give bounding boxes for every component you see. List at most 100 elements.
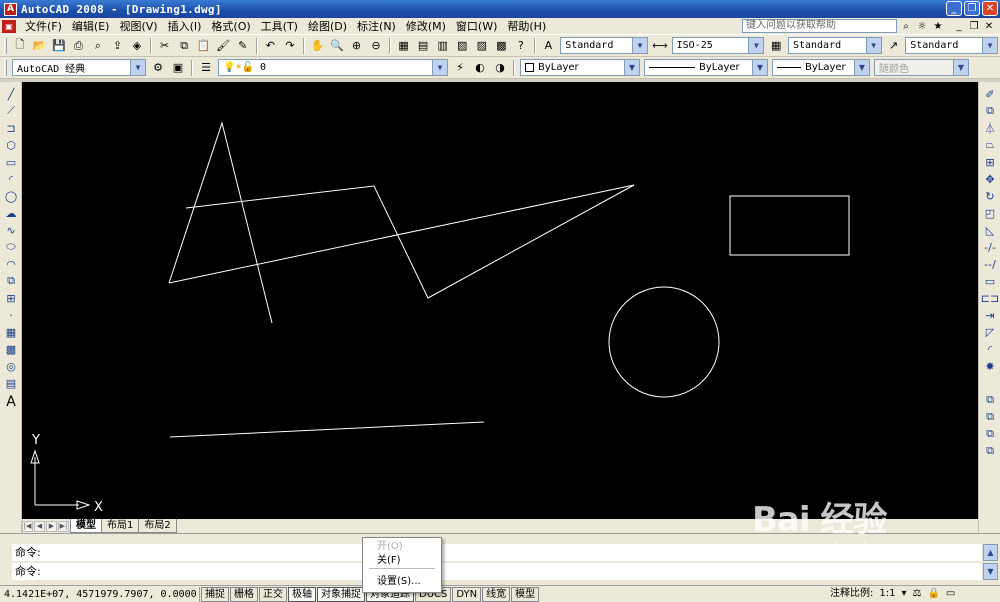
close-button[interactable]: ✕ bbox=[982, 1, 998, 16]
entity-polyline-zigzag[interactable] bbox=[168, 184, 635, 299]
restore-button[interactable]: ❐ bbox=[964, 1, 980, 16]
tab-layout1[interactable]: 布局1 bbox=[101, 519, 140, 533]
toggle-osnap[interactable]: 对象捕捉 bbox=[317, 586, 365, 602]
annotation-scale-value[interactable]: 1:1 bbox=[879, 587, 895, 601]
chevron-down-icon[interactable]: ▼ bbox=[130, 60, 145, 75]
toggle-grid[interactable]: 栅格 bbox=[230, 586, 258, 602]
dim-style-icon[interactable]: ⟷ bbox=[651, 37, 669, 55]
erase-icon[interactable]: ✐ bbox=[982, 86, 998, 102]
prev-tab-icon[interactable]: ◀ bbox=[34, 520, 45, 532]
toolbar-grip[interactable] bbox=[4, 37, 7, 54]
markup-icon[interactable]: ▨ bbox=[473, 37, 491, 55]
zoom-previous-icon[interactable]: ⊖ bbox=[367, 37, 385, 55]
communication-center-icon[interactable]: ☼ bbox=[915, 19, 929, 33]
workspace-settings-icon[interactable]: ⚙ bbox=[149, 59, 167, 77]
circle-icon[interactable]: ◯ bbox=[3, 188, 19, 204]
arc-icon[interactable]: ◜ bbox=[3, 171, 19, 187]
search-icon[interactable]: ⌕ bbox=[899, 19, 913, 33]
workspace-combo[interactable]: AutoCAD 经典 ▼ bbox=[12, 59, 146, 76]
clean-screen-icon[interactable]: ▭ bbox=[946, 587, 955, 601]
menu-window[interactable]: 窗口(W) bbox=[451, 18, 502, 34]
chevron-down-icon[interactable]: ▼ bbox=[624, 60, 639, 75]
lineweight-combo[interactable]: ByLayer ▼ bbox=[772, 59, 870, 76]
ellipse-arc-icon[interactable]: ◠ bbox=[3, 256, 19, 272]
make-object-layer-current-icon[interactable]: ⚡ bbox=[451, 59, 469, 77]
doc-close-icon[interactable]: ✕ bbox=[982, 19, 996, 33]
next-tab-icon[interactable]: ▶ bbox=[46, 520, 57, 532]
chevron-down-icon[interactable]: ▼ bbox=[865, 38, 881, 53]
menu-dimension[interactable]: 标注(N) bbox=[352, 18, 401, 34]
undo-icon[interactable]: ↶ bbox=[262, 37, 280, 55]
gradient-icon[interactable]: ▩ bbox=[3, 341, 19, 357]
annotation-visibility-icon[interactable]: ⚖ bbox=[913, 587, 922, 601]
construction-line-icon[interactable]: ⟋ bbox=[3, 103, 19, 119]
entity-rectangle[interactable] bbox=[729, 195, 850, 256]
chamfer-icon[interactable]: ◸ bbox=[982, 324, 998, 340]
linetype-combo[interactable]: ByLayer ▼ bbox=[644, 59, 768, 76]
layer-manager-icon[interactable]: ☰ bbox=[197, 59, 215, 77]
table-style-combo[interactable]: Standard ▼ bbox=[787, 37, 882, 54]
annotation-scale[interactable]: 注释比例: 1:1 ▾ ⚖ 🔒 ▭ bbox=[830, 587, 955, 601]
extend-icon[interactable]: --/ bbox=[982, 256, 998, 272]
design-center-icon[interactable]: ▤ bbox=[414, 37, 432, 55]
entity-polyline-triangle[interactable] bbox=[168, 121, 273, 324]
zoom-window-icon[interactable]: ⊕ bbox=[348, 37, 366, 55]
line-icon[interactable]: ╱ bbox=[3, 86, 19, 102]
array-icon[interactable]: ⊞ bbox=[982, 154, 998, 170]
text-style-icon[interactable]: A bbox=[540, 37, 558, 55]
stretch-icon[interactable]: ◺ bbox=[982, 222, 998, 238]
menu-format[interactable]: 格式(O) bbox=[206, 18, 255, 34]
new-icon[interactable]: 🗋 bbox=[11, 37, 29, 55]
menu-modify[interactable]: 修改(M) bbox=[401, 18, 451, 34]
menu-tools[interactable]: 工具(T) bbox=[256, 18, 303, 34]
scroll-down-icon[interactable]: ▼ bbox=[983, 563, 998, 580]
multileader-style-combo[interactable]: Standard ▼ bbox=[905, 37, 998, 54]
make-block-icon[interactable]: ⊞ bbox=[3, 290, 19, 306]
chevron-down-icon[interactable]: ▼ bbox=[752, 60, 767, 75]
table-style-icon[interactable]: ▦ bbox=[767, 37, 785, 55]
move-icon[interactable]: ✥ bbox=[982, 171, 998, 187]
command-input[interactable]: 命令: bbox=[12, 563, 982, 580]
publish-icon[interactable]: ⇪ bbox=[109, 37, 127, 55]
multileader-style-icon[interactable]: ↗ bbox=[885, 37, 903, 55]
fillet-icon[interactable]: ◜ bbox=[982, 341, 998, 357]
context-menu-off[interactable]: 关(F) bbox=[377, 554, 401, 568]
toggle-model[interactable]: 模型 bbox=[511, 586, 540, 602]
join-icon[interactable]: ⇥ bbox=[982, 307, 998, 323]
revision-cloud-icon[interactable]: ☁ bbox=[3, 205, 19, 221]
draworder-under-icon[interactable]: ⧉ bbox=[982, 443, 998, 459]
chevron-down-icon[interactable]: ▼ bbox=[432, 60, 447, 75]
scale-icon[interactable]: ◰ bbox=[982, 205, 998, 221]
toolbar-grip[interactable] bbox=[4, 59, 7, 76]
point-icon[interactable]: · bbox=[3, 307, 19, 323]
break-at-point-icon[interactable]: ▭ bbox=[982, 273, 998, 289]
layer-previous-icon[interactable]: ◐ bbox=[471, 59, 489, 77]
context-menu-settings[interactable]: 设置(S)... bbox=[377, 575, 421, 589]
trim-icon[interactable]: -/- bbox=[982, 239, 998, 255]
rectangle-icon[interactable]: ▭ bbox=[3, 154, 19, 170]
zoom-realtime-icon[interactable]: 🔍 bbox=[328, 37, 346, 55]
calculator-icon[interactable]: ▩ bbox=[493, 37, 511, 55]
match-properties-icon[interactable]: 🖌 bbox=[214, 37, 232, 55]
chevron-down-icon[interactable]: ▼ bbox=[981, 38, 997, 53]
ellipse-icon[interactable]: ⬭ bbox=[3, 239, 19, 255]
entity-circle[interactable] bbox=[608, 286, 720, 398]
tab-model[interactable]: 模型 bbox=[70, 519, 102, 533]
coordinate-readout[interactable]: 4.1421E+07, 4571979.7907, 0.0000 bbox=[0, 586, 200, 602]
menu-file[interactable]: 文件(F) bbox=[20, 18, 67, 34]
region-icon[interactable]: ◎ bbox=[3, 358, 19, 374]
pan-icon[interactable]: ✋ bbox=[309, 37, 327, 55]
toggle-dyn[interactable]: DYN bbox=[452, 586, 482, 602]
toggle-ortho[interactable]: 正交 bbox=[259, 586, 287, 602]
doc-minimize-icon[interactable]: _ bbox=[952, 19, 966, 33]
rotate-icon[interactable]: ↻ bbox=[982, 188, 998, 204]
cut-icon[interactable]: ✂ bbox=[156, 37, 174, 55]
mirror-icon[interactable]: ⏃ bbox=[982, 120, 998, 136]
toggle-lineweight[interactable]: 线宽 bbox=[482, 586, 511, 602]
open-icon[interactable]: 📂 bbox=[31, 37, 49, 55]
draworder-back-icon[interactable]: ⧉ bbox=[982, 409, 998, 425]
redo-icon[interactable]: ↷ bbox=[281, 37, 299, 55]
explode-icon[interactable]: ✸ bbox=[982, 358, 998, 374]
chevron-down-icon[interactable]: ▼ bbox=[854, 60, 869, 75]
copy-icon[interactable]: ⧉ bbox=[175, 37, 193, 55]
